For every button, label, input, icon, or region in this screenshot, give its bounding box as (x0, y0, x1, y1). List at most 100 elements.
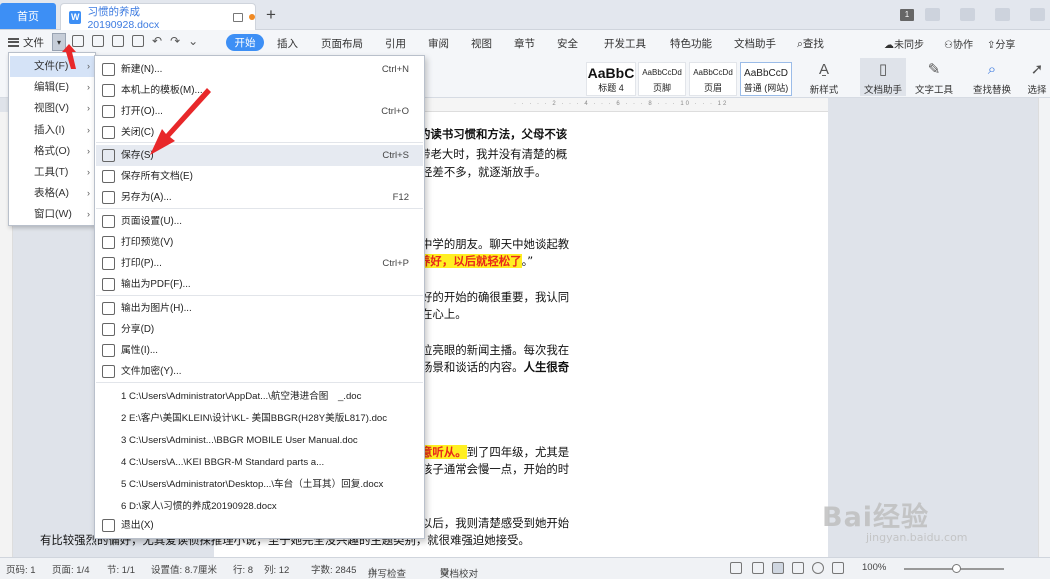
file-menu-item[interactable]: 打印(P)... Ctrl+P (96, 253, 423, 274)
tab-view[interactable]: 视图 (471, 36, 492, 51)
menu-item-icon (102, 63, 115, 76)
menu-item-label: 格式(O) (34, 144, 71, 157)
window-control-icon[interactable] (925, 8, 940, 21)
page-view-icon[interactable] (752, 562, 764, 574)
file-menu-item[interactable]: 关闭(C) (96, 122, 423, 143)
recent-file-item[interactable]: 3 C:\Users\Administ...\BBGR MOBILE User … (96, 430, 423, 451)
style-normal-web[interactable]: AaBbCcD 普通 (网站) (740, 62, 792, 96)
file-menu-item[interactable]: 分享(D) (96, 319, 423, 340)
monitor-icon[interactable] (232, 12, 244, 22)
file-menu-item[interactable]: 新建(N)... Ctrl+N (96, 59, 423, 80)
menu-item-icon (102, 302, 115, 315)
tab-page-layout[interactable]: 页面布局 (321, 36, 363, 51)
window-control-icon[interactable] (995, 8, 1010, 21)
tab-chapter[interactable]: 章节 (514, 36, 535, 51)
menu-item-label: 打印(P)... (121, 258, 162, 269)
style-heading4[interactable]: AaBbC 标题 4 (586, 62, 636, 96)
status-bar: 页码: 1 页面: 1/4 节: 1/1 设置值: 8.7厘米 行: 8 列: … (0, 557, 1050, 579)
select-button[interactable]: ➚ 选择 (1022, 58, 1050, 96)
status-word-count[interactable]: 字数: 2845 (311, 562, 356, 576)
file-menu-label: 文件 (23, 36, 44, 49)
recent-file-item[interactable]: 1 C:\Users\Administrator\AppDat...\航空港进合… (96, 386, 423, 407)
style-header[interactable]: AaBbCcDd 页眉 (689, 62, 737, 96)
window-control-icon[interactable] (960, 8, 975, 21)
print-layout-icon[interactable] (772, 562, 784, 574)
main-menu-item[interactable]: 编辑(E) › (10, 77, 94, 98)
watermark-url: jingyan.baidu.com (866, 531, 968, 544)
tab-security[interactable]: 安全 (557, 36, 578, 51)
file-menu-item[interactable]: 输出为PDF(F)... (96, 274, 423, 295)
collab-icon: ⚇ (944, 40, 953, 51)
menu-item-label: 编辑(E) (34, 81, 69, 94)
share-button[interactable]: ⇪分享 (987, 36, 1015, 51)
zoom-level[interactable]: 100% (862, 562, 886, 573)
file-dropdown-toggle[interactable]: ▾ (52, 33, 66, 51)
home-tab[interactable]: 首页 (0, 3, 56, 29)
outline-view-icon[interactable] (792, 562, 804, 574)
file-menu-item[interactable]: 打印预览(V) (96, 232, 423, 253)
tab-doc-assistant[interactable]: 文档助手 (734, 36, 776, 51)
style-caption: 页脚 (652, 83, 671, 93)
menu-item-icon (102, 84, 115, 97)
vertical-scrollbar[interactable] (1038, 98, 1050, 557)
print-icon[interactable] (112, 35, 124, 47)
sync-status[interactable]: ☁未同步 (884, 36, 924, 51)
window-control-icon[interactable] (1030, 8, 1045, 21)
tab-review[interactable]: 审阅 (428, 36, 449, 51)
file-menu-item[interactable]: 打开(O)... Ctrl+O (96, 101, 423, 122)
main-menu-item[interactable]: 插入(I) › (10, 120, 94, 141)
chevron-down-icon[interactable]: ⌄ (188, 35, 198, 47)
file-menu-button[interactable]: 文件 (8, 33, 44, 51)
main-menu-item[interactable]: 表格(A) › (10, 183, 94, 204)
recent-file-item[interactable]: 6 D:\家人\习惯的养成20190928.docx (96, 496, 423, 517)
wrench-icon: ✎ (927, 61, 941, 78)
status-page[interactable]: 页面: 1/4 (52, 562, 90, 576)
redo-icon[interactable]: ↷ (170, 35, 180, 47)
new-tab-button[interactable]: + (266, 5, 276, 25)
recent-file-item[interactable]: 4 C:\Users\A...\KEI BBGR-M Standard part… (96, 452, 423, 473)
tab-developer[interactable]: 开发工具 (604, 36, 646, 51)
print-preview-icon[interactable] (132, 35, 144, 47)
text-tools-button[interactable]: ✎ 文字工具 (910, 58, 958, 96)
search-command[interactable]: ⌕查找 (797, 36, 824, 51)
chevron-right-icon: › (87, 61, 90, 71)
save-icon[interactable] (72, 35, 84, 47)
file-menu-item[interactable]: 输出为图片(H)... (96, 298, 423, 319)
doc-assistant-button[interactable]: ▯ 文档助手 (860, 58, 906, 96)
style-footer[interactable]: AaBbCcDd 页脚 (638, 62, 686, 96)
file-menu-item[interactable]: 保存所有文档(E) (96, 166, 423, 187)
zoom-slider-handle[interactable] (952, 564, 961, 573)
edit-icon[interactable] (832, 562, 844, 574)
export-icon[interactable] (92, 35, 104, 47)
main-menu-item[interactable]: 视图(V) › (10, 98, 94, 119)
file-menu-item[interactable]: 页面设置(U)... (96, 211, 423, 232)
main-menu-item[interactable]: 文件(F) › (10, 56, 94, 77)
main-menu-item[interactable]: 工具(T) › (10, 162, 94, 183)
file-menu-item[interactable]: 保存(S) Ctrl+S (96, 145, 423, 166)
find-replace-button[interactable]: ⌕ 查找替换 (968, 58, 1016, 97)
menu-item-label: 保存(S) (121, 150, 154, 161)
undo-icon[interactable]: ↶ (152, 35, 162, 47)
collab-button[interactable]: ⚇协作 (944, 36, 973, 51)
page-count-badge: 1 (900, 9, 914, 21)
eye-icon[interactable] (730, 562, 742, 574)
document-tab[interactable]: W 习惯的养成20190928.docx (60, 3, 256, 31)
exit-menu-item[interactable]: 退出(X) (96, 515, 423, 536)
recent-file-item[interactable]: 5 C:\Users\Administrator\Desktop...\车台（土… (96, 474, 423, 495)
main-menu-item[interactable]: 窗口(W) › (10, 204, 94, 225)
tab-start[interactable]: 开始 (226, 34, 264, 51)
file-menu-item[interactable]: 属性(I)... (96, 340, 423, 361)
tab-insert[interactable]: 插入 (277, 36, 298, 51)
file-menu-item[interactable]: 本机上的模板(M)... (96, 80, 423, 101)
file-menu-item[interactable]: 另存为(A)... F12 (96, 187, 423, 208)
menu-item-label: 打开(O)... (121, 106, 163, 117)
new-style-label: 新样式 (809, 85, 839, 96)
new-style-button[interactable]: A̱ 新样式 (804, 58, 844, 97)
find-icon: ⌕ (987, 60, 997, 78)
main-menu-item[interactable]: 格式(O) › (10, 141, 94, 162)
tab-features[interactable]: 特色功能 (670, 36, 712, 51)
file-menu-item[interactable]: 文件加密(Y)... (96, 361, 423, 382)
tab-references[interactable]: 引用 (385, 36, 406, 51)
recent-file-item[interactable]: 2 E:\客户\美国KLEIN\设计\KL- 美国BBGR(H28Y美版L817… (96, 408, 423, 429)
web-view-icon[interactable] (812, 562, 824, 574)
